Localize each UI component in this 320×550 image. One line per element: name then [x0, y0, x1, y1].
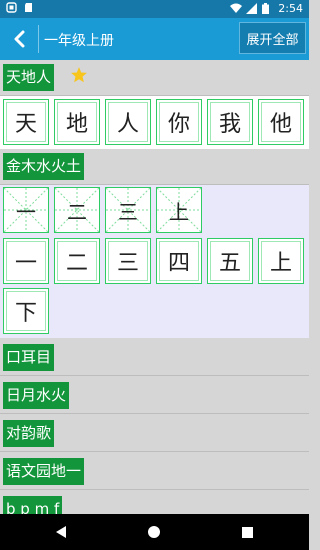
character-card[interactable]: 四 [156, 238, 202, 284]
section-characters-panel: 一 二 三 上 一 二 三 四 五 上 下 [0, 185, 309, 338]
character-text: 天 [6, 102, 46, 142]
practice-grid-cell[interactable]: 三 [105, 187, 151, 233]
wifi-icon [230, 3, 243, 14]
section-header-bpmf[interactable]: b p m f [0, 492, 309, 514]
section-title: 日月水火 [3, 382, 70, 409]
character-text: 地 [57, 102, 97, 142]
sd-card-icon [23, 2, 34, 13]
section-header-kouermu[interactable]: 口耳目 [0, 340, 309, 376]
character-card[interactable]: 上 [258, 238, 304, 284]
character-card[interactable]: 二 [54, 238, 100, 284]
character-card[interactable]: 人 [105, 99, 151, 145]
character-text: 他 [261, 102, 301, 142]
chevron-left-icon [14, 30, 25, 48]
practice-character: 三 [118, 199, 138, 224]
practice-character: 上 [169, 199, 189, 224]
section-title: 金木水火土 [3, 153, 85, 180]
character-card[interactable]: 五 [207, 238, 253, 284]
back-button[interactable] [0, 18, 38, 60]
practice-grid-cell[interactable]: 二 [54, 187, 100, 233]
section-title: 对韵歌 [3, 420, 55, 447]
character-text: 下 [6, 291, 46, 331]
character-card[interactable]: 我 [207, 99, 253, 145]
practice-grid-cell[interactable]: 一 [3, 187, 49, 233]
status-bar: 2:54 [0, 0, 309, 18]
character-text: 人 [108, 102, 148, 142]
notification-icon [6, 2, 17, 13]
nav-back-button[interactable] [31, 514, 91, 550]
character-text: 四 [159, 241, 199, 281]
app-bar: 一年级上册 展开全部 [0, 18, 309, 60]
character-card[interactable]: 地 [54, 99, 100, 145]
character-card[interactable]: 他 [258, 99, 304, 145]
star-icon[interactable] [70, 66, 88, 88]
section-title: 天地人 [3, 64, 55, 91]
page-title: 一年级上册 [44, 33, 114, 49]
character-text: 一 [6, 241, 46, 281]
nav-recents-button[interactable] [217, 514, 277, 550]
character-card[interactable]: 你 [156, 99, 202, 145]
character-text: 五 [210, 241, 250, 281]
status-time: 2:54 [278, 2, 303, 15]
character-text: 上 [261, 241, 301, 281]
battery-icon [262, 3, 273, 14]
character-text: 三 [108, 241, 148, 281]
section-header-yuwenyuandi[interactable]: 语文园地一 [0, 454, 309, 490]
section-header-duiyunge[interactable]: 对韵歌 [0, 416, 309, 452]
nav-home-button[interactable] [124, 514, 184, 550]
practice-character: 二 [67, 199, 87, 224]
character-text: 你 [159, 102, 199, 142]
character-text: 我 [210, 102, 250, 142]
triangle-back-icon [56, 526, 66, 538]
appbar-divider [38, 25, 39, 53]
practice-character: 一 [16, 199, 36, 224]
character-card[interactable]: 天 [3, 99, 49, 145]
character-card[interactable]: 三 [105, 238, 151, 284]
circle-home-icon [148, 526, 160, 538]
expand-all-button[interactable]: 展开全部 [239, 22, 306, 54]
section-header-riyueshuihuo[interactable]: 日月水火 [0, 378, 309, 414]
section-title: 语文园地一 [3, 458, 85, 485]
character-card[interactable]: 下 [3, 288, 49, 334]
section-header-tiandiren[interactable]: 天地人 [0, 60, 309, 96]
section-title: 口耳目 [3, 344, 55, 371]
section-header-jinmushuihuotu[interactable]: 金木水火土 [0, 149, 309, 185]
character-card[interactable]: 一 [3, 238, 49, 284]
signal-icon [246, 3, 258, 14]
section-characters-panel: 天 地 人 你 我 他 [0, 96, 309, 149]
character-text: 二 [57, 241, 97, 281]
section-title: b p m f [3, 496, 63, 514]
square-recents-icon [241, 526, 253, 538]
practice-grid-cell[interactable]: 上 [156, 187, 202, 233]
system-nav-bar [0, 514, 309, 550]
lesson-list: 天地人 天 地 人 你 我 他 金木水火土 一 二 三 上 一 二 三 四 五 … [0, 60, 309, 514]
